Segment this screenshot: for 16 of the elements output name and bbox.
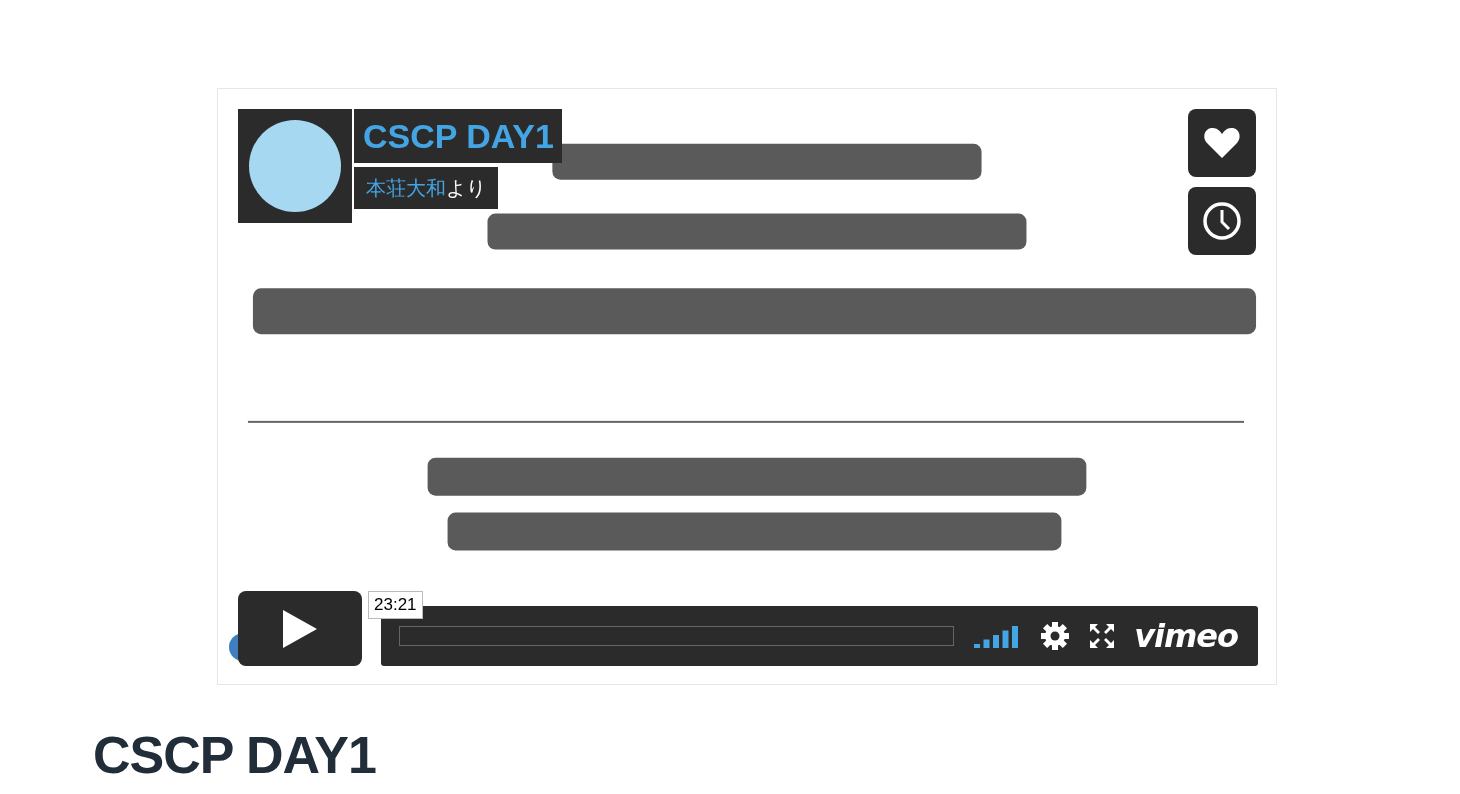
- play-button[interactable]: [238, 591, 362, 666]
- video-heading: CSCP DAY1: [93, 725, 376, 785]
- video-title-link[interactable]: CSCP DAY1: [354, 109, 562, 163]
- watch-later-button[interactable]: [1188, 187, 1256, 255]
- volume-icon[interactable]: [974, 624, 1021, 648]
- avatar[interactable]: [238, 109, 352, 223]
- like-button[interactable]: [1188, 109, 1256, 177]
- fullscreen-icon[interactable]: [1090, 624, 1115, 648]
- progress-bar[interactable]: [399, 626, 955, 646]
- play-icon: [281, 607, 319, 650]
- clock-icon: [1201, 200, 1243, 242]
- author-link[interactable]: 本荘大和: [366, 176, 446, 200]
- vimeo-logo[interactable]: vimeo: [1134, 618, 1238, 654]
- time-tooltip: 23:21: [368, 591, 423, 619]
- settings-icon[interactable]: [1040, 621, 1071, 651]
- byline-text: 本荘大和より: [354, 167, 498, 209]
